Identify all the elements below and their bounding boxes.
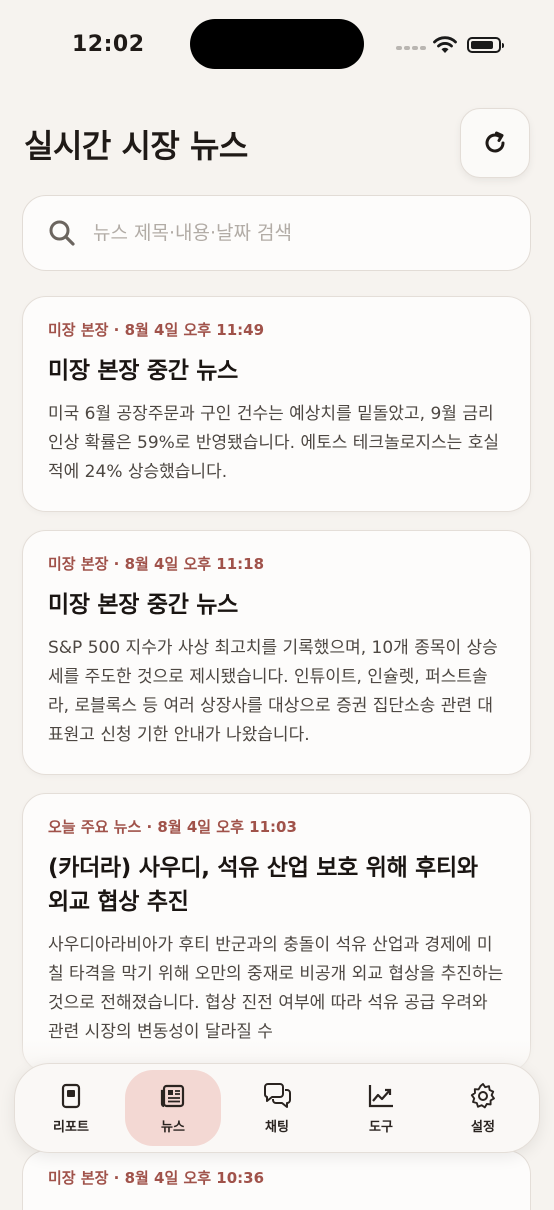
tab-label: 뉴스: [161, 1119, 185, 1135]
tab-chat[interactable]: 채팅: [229, 1070, 325, 1146]
tab-label: 설정: [471, 1119, 495, 1135]
tab-settings[interactable]: 설정: [435, 1070, 531, 1146]
refresh-button[interactable]: [460, 108, 530, 178]
news-card-peek[interactable]: 미장 본장 · 8월 4일 오후 10:36: [22, 1150, 531, 1210]
dynamic-island: [190, 19, 364, 69]
report-icon: [61, 1083, 81, 1108]
status-bar: 12:02: [0, 0, 554, 90]
gear-icon: [470, 1082, 495, 1108]
news-meta: 미장 본장 · 8월 4일 오후 10:36: [48, 1169, 265, 1187]
search-bar[interactable]: [22, 195, 531, 271]
chart-tool-icon: [368, 1084, 393, 1107]
battery-icon: [467, 37, 504, 53]
news-title: 미장 본장 중간 뉴스: [48, 358, 239, 384]
tab-news[interactable]: 뉴스: [125, 1070, 221, 1146]
news-meta: 미장 본장 · 8월 4일 오후 11:18: [48, 555, 265, 573]
tab-report[interactable]: 리포트: [23, 1070, 119, 1146]
battery-level: [471, 41, 494, 49]
tab-label: 리포트: [53, 1119, 89, 1135]
chat-icon: [264, 1082, 291, 1108]
cellular-signal-icon: [396, 44, 428, 52]
news-title: 미장 본장 중간 뉴스: [48, 592, 239, 618]
status-time: 12:02: [72, 32, 145, 57]
search-icon: [49, 220, 75, 246]
tab-tools[interactable]: 도구: [333, 1070, 429, 1146]
wifi-icon: [433, 36, 457, 53]
news-card[interactable]: 미장 본장 · 8월 4일 오후 11:18 미장 본장 중간 뉴스 S&P 5…: [22, 530, 531, 775]
page-title: 실시간 시장 뉴스: [24, 127, 248, 165]
news-meta: 미장 본장 · 8월 4일 오후 11:49: [48, 321, 265, 339]
news-summary: 사우디아라비아가 후티 반군과의 충돌이 석유 산업과 경제에 미칠 타격을 막…: [48, 935, 504, 1042]
news-list: 미장 본장 · 8월 4일 오후 11:49 미장 본장 중간 뉴스 미국 6월…: [22, 296, 531, 1090]
news-card[interactable]: 미장 본장 · 8월 4일 오후 11:49 미장 본장 중간 뉴스 미국 6월…: [22, 296, 531, 512]
newspaper-icon: [160, 1084, 185, 1107]
refresh-icon: [485, 131, 505, 153]
news-summary: 미국 6월 공장주문과 구인 건수는 예상치를 밑돌았고, 9월 금리 인상 확…: [48, 404, 499, 482]
tab-label: 채팅: [265, 1119, 289, 1135]
news-card[interactable]: 오늘 주요 뉴스 · 8월 4일 오후 11:03 (카더라) 사우디, 석유 …: [22, 793, 531, 1072]
search-input[interactable]: [91, 221, 495, 245]
tab-bar: 리포트 뉴스 채팅 도구 설정: [14, 1063, 540, 1153]
news-summary: S&P 500 지수가 사상 최고치를 기록했으며, 10개 종목이 상승세를 …: [48, 638, 498, 745]
tab-label: 도구: [369, 1119, 393, 1135]
news-meta: 오늘 주요 뉴스 · 8월 4일 오후 11:03: [48, 818, 297, 836]
news-title: (카더라) 사우디, 석유 산업 보호 위해 후티와 외교 협상 추진: [48, 855, 478, 915]
